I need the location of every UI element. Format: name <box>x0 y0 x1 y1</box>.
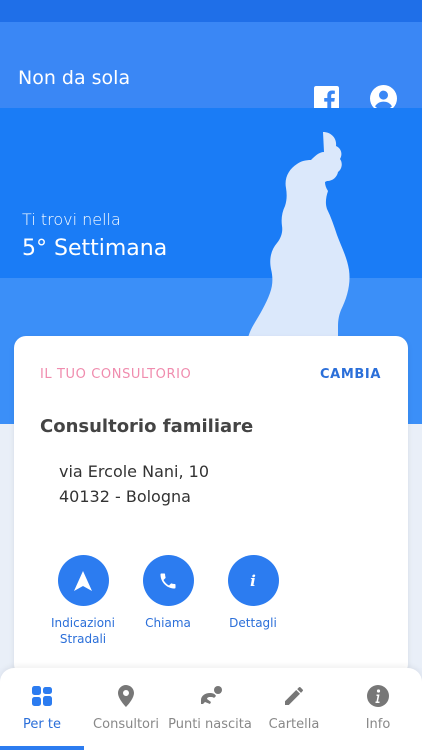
change-consultorio-button[interactable]: CAMBIA <box>320 367 381 382</box>
nav-item-info[interactable]: Info <box>336 668 420 750</box>
directions-label: Indicazioni Stradali <box>51 616 115 646</box>
call-button[interactable]: Chiama <box>123 555 213 631</box>
directions-button[interactable]: Indicazioni Stradali <box>38 555 128 647</box>
details-label: Dettagli <box>229 616 277 630</box>
consultorio-card: IL TUO CONSULTORIO CAMBIA Consultorio fa… <box>14 336 408 676</box>
consultorio-section-label: IL TUO CONSULTORIO <box>40 367 192 382</box>
dashboard-icon <box>32 686 52 706</box>
directions-circle[interactable] <box>57 555 109 606</box>
phone-icon <box>160 573 176 588</box>
nav-label-cartella: Cartella <box>268 717 320 732</box>
status-bar <box>0 0 422 22</box>
details-circle[interactable]: i <box>227 555 279 606</box>
pregnancy-week: 5° Settimana <box>22 236 168 261</box>
nav-item-punti-nascita[interactable]: Punti nascita <box>168 668 252 750</box>
address-line-2: 40132 - Bologna <box>59 487 191 506</box>
active-tab-indicator <box>0 746 84 750</box>
baby-crawl-icon <box>201 686 222 704</box>
nav-item-cartella[interactable]: Cartella <box>252 668 336 750</box>
pregnant-woman-silhouette <box>246 132 350 352</box>
info-icon: i <box>250 571 256 590</box>
hero-subtitle: Ti trovi nella <box>22 210 121 229</box>
consultorio-name: Consultorio familiare <box>40 416 254 437</box>
pencil-icon <box>285 687 303 705</box>
bottom-navigation: Per te Consultori Punti nascita Cartella… <box>0 668 422 750</box>
location-pin-icon <box>118 685 134 707</box>
app-bar: Non da sola <box>0 22 422 112</box>
app-title: Non da sola <box>18 67 131 89</box>
nav-label-punti-nascita: Punti nascita <box>168 717 252 732</box>
nav-label-consultori: Consultori <box>93 717 159 732</box>
details-button[interactable]: i Dettagli <box>208 555 298 631</box>
nav-label-info: Info <box>365 717 391 732</box>
nav-item-per-te[interactable]: Per te <box>0 668 84 750</box>
navigation-arrow-icon <box>74 570 92 591</box>
nav-label-per-te: Per te <box>23 717 61 732</box>
info-icon <box>367 685 389 707</box>
address-line-1: via Ercole Nani, 10 <box>59 462 209 481</box>
nav-item-consultori[interactable]: Consultori <box>84 668 168 750</box>
call-circle[interactable] <box>142 555 194 606</box>
call-label: Chiama <box>145 616 191 630</box>
